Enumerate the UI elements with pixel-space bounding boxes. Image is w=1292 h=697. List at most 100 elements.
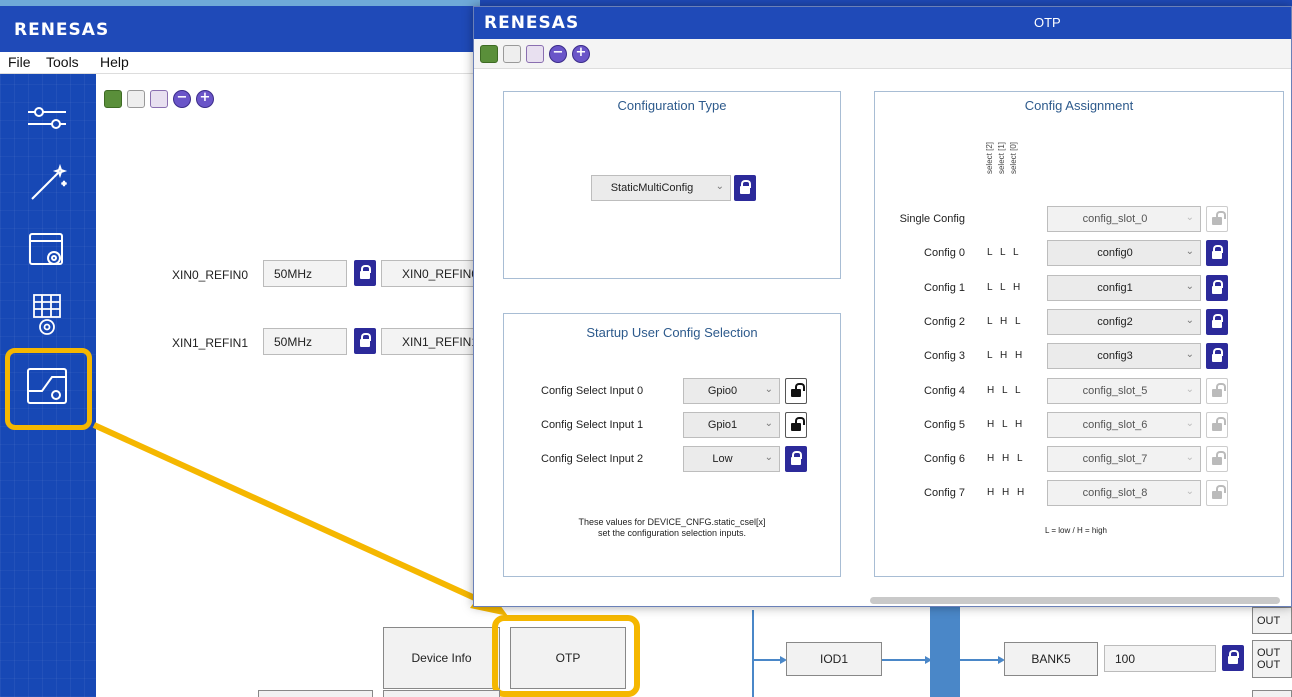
select-bits: L H L — [987, 315, 1021, 327]
select-header: select [0] — [1009, 142, 1018, 175]
select-bits: H H H — [987, 487, 1025, 499]
lock-icon[interactable] — [785, 446, 807, 472]
dropdown-value: Gpio1 — [707, 419, 738, 431]
output-label: OUT — [1257, 659, 1281, 671]
panel-title: Startup User Config Selection — [586, 325, 758, 340]
lock-icon[interactable] — [1222, 645, 1244, 671]
otp-window-title: OTP — [1034, 15, 1061, 30]
startup-note: These values for DEVICE_CNFG.static_csel… — [578, 517, 766, 527]
chevron-down-icon: ⌄ — [764, 384, 773, 395]
lock-icon[interactable] — [1206, 240, 1228, 267]
output-label: OUT — [1257, 647, 1281, 659]
horizontal-scrollbar[interactable] — [870, 597, 1280, 604]
dropdown-value: config_slot_0 — [1082, 213, 1148, 225]
dropdown-value: config1 — [1097, 281, 1133, 294]
startup-config-panel: Startup User Config Selection Config Sel… — [503, 313, 841, 577]
select-bits: H L H — [987, 418, 1023, 430]
bank5-value[interactable]: 100 — [1104, 645, 1216, 672]
chevron-down-icon: ⌄ — [715, 181, 724, 192]
dropdown-value: StaticMultiConfig — [610, 182, 694, 194]
dropdown-value: config0 — [1097, 247, 1133, 260]
output-box: OUT OUT — [1252, 640, 1292, 678]
select-bits: L L H — [987, 281, 1021, 293]
chevron-down-icon: ⌄ — [1185, 212, 1194, 223]
connector-line — [960, 659, 1000, 661]
chevron-down-icon: ⌄ — [1185, 417, 1194, 429]
select-bits: H H L — [987, 453, 1023, 465]
chevron-down-icon: ⌄ — [1185, 246, 1194, 258]
config-label: Config 5 — [924, 418, 965, 431]
config-label: Config 6 — [924, 453, 965, 466]
panel-title: Config Assignment — [1024, 98, 1134, 113]
config-label: Single Config — [899, 213, 965, 225]
zoom-in-icon[interactable] — [572, 45, 590, 63]
unlock-icon[interactable] — [1206, 206, 1228, 232]
connector-line — [752, 659, 782, 661]
config-assignment-dropdown[interactable]: config_slot_6 ⌄ — [1047, 411, 1201, 438]
lock-icon[interactable] — [734, 175, 756, 201]
config-label: Config 1 — [924, 281, 965, 294]
chevron-down-icon: ⌄ — [764, 418, 773, 429]
unlock-icon[interactable] — [1206, 480, 1228, 507]
config-label: Config 7 — [924, 487, 965, 500]
iod1-box[interactable]: IOD1 — [786, 642, 882, 676]
dropdown-value: config_slot_6 — [1082, 418, 1148, 431]
zoom-out-icon[interactable] — [549, 45, 567, 63]
config-select-label: Config Select Input 2 — [541, 453, 644, 465]
config-label: Config 4 — [924, 384, 965, 397]
expand-icon[interactable] — [503, 45, 521, 63]
config-assignment-dropdown[interactable]: config0 ⌄ — [1047, 240, 1201, 267]
otp-toolbar — [474, 39, 1291, 69]
config-assignment-dropdown[interactable]: config_slot_5 ⌄ — [1047, 377, 1201, 404]
config-assignment-dropdown[interactable]: config_slot_8 ⌄ — [1047, 480, 1201, 507]
dropdown-value: config_slot_8 — [1082, 487, 1148, 500]
config-assignment-dropdown[interactable]: config_slot_7 ⌄ — [1047, 446, 1201, 473]
config-type-dropdown[interactable]: StaticMultiConfig ⌄ — [591, 175, 731, 201]
dropdown-value: config_slot_5 — [1082, 384, 1148, 397]
chevron-down-icon: ⌄ — [1185, 314, 1194, 326]
unlock-icon[interactable] — [1206, 446, 1228, 473]
config-assignment-dropdown[interactable]: config1 ⌄ — [1047, 274, 1201, 301]
config-label: Config 0 — [924, 247, 965, 260]
chevron-down-icon: ⌄ — [764, 452, 773, 463]
configuration-type-panel: Configuration Type StaticMultiConfig ⌄ — [503, 91, 841, 279]
config-assignment-dropdown[interactable]: config3 ⌄ — [1047, 343, 1201, 370]
select-bits: L H H — [987, 350, 1023, 362]
select-header: select [1] — [997, 142, 1006, 175]
config-select-2-dropdown[interactable]: Low ⌄ — [683, 446, 780, 472]
unlock-icon[interactable] — [1206, 377, 1228, 404]
lock-icon[interactable] — [1206, 308, 1228, 335]
bus-bar — [930, 606, 960, 697]
unlock-icon[interactable] — [785, 378, 807, 404]
config-select-0-dropdown[interactable]: Gpio0 ⌄ — [683, 378, 780, 404]
output-box — [1252, 690, 1292, 697]
lock-icon[interactable] — [1206, 274, 1228, 301]
fit-icon[interactable] — [480, 45, 498, 63]
dropdown-value: Low — [712, 453, 733, 465]
dropdown-value: config2 — [1097, 315, 1133, 328]
unlock-icon[interactable] — [785, 412, 807, 438]
chevron-down-icon: ⌄ — [1185, 280, 1194, 292]
otp-title-bar: RENESAS OTP — [474, 7, 1291, 39]
config-select-label: Config Select Input 0 — [541, 385, 644, 397]
connector-line — [752, 610, 754, 697]
unlock-icon[interactable] — [1206, 411, 1228, 438]
startup-note: set the configuration selection inputs. — [597, 528, 747, 538]
dropdown-value: config3 — [1097, 350, 1133, 363]
chevron-down-icon: ⌄ — [1185, 486, 1194, 498]
dropdown-value: Gpio0 — [707, 385, 738, 397]
config-assignment-dropdown[interactable]: config_slot_0 ⌄ — [1047, 206, 1201, 232]
panel-title: Configuration Type — [617, 98, 727, 113]
config-select-label: Config Select Input 1 — [541, 419, 644, 431]
dropdown-value: config_slot_7 — [1082, 453, 1148, 466]
output-box: OUT — [1252, 607, 1292, 634]
config-assignment-dropdown[interactable]: config2 ⌄ — [1047, 308, 1201, 335]
zoom-100-icon[interactable] — [526, 45, 544, 63]
select-header: select [2] — [985, 142, 994, 175]
otp-dialog: RENESAS OTP Configuration Type StaticMul… — [473, 6, 1292, 607]
chevron-down-icon: ⌄ — [1185, 383, 1194, 395]
config-select-1-dropdown[interactable]: Gpio1 ⌄ — [683, 412, 780, 438]
select-bits: H L L — [987, 384, 1021, 396]
bank5-box[interactable]: BANK5 — [1004, 642, 1098, 676]
lock-icon[interactable] — [1206, 343, 1228, 370]
